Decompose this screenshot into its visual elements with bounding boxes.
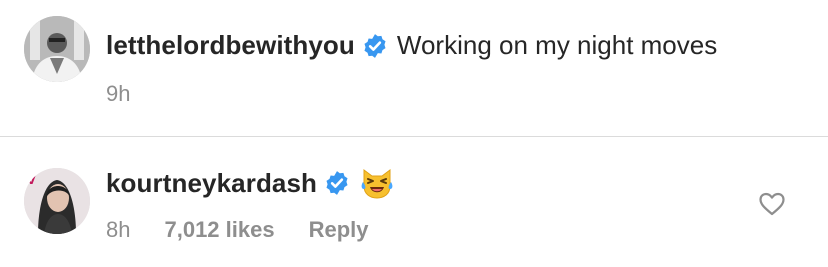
comment-text: 😹 — [360, 166, 394, 200]
verified-badge-icon — [364, 33, 386, 58]
comment-meta: 8h 7,012 likes Reply — [106, 217, 369, 243]
avatar-photo-woman: V — [24, 168, 90, 234]
avatar[interactable]: V — [24, 168, 90, 234]
timestamp: 9h — [106, 81, 131, 106]
avatar[interactable] — [24, 16, 90, 82]
username[interactable]: kourtneykardash — [106, 168, 317, 199]
verified-badge-icon — [326, 171, 348, 195]
reply-button[interactable]: Reply — [309, 217, 369, 243]
svg-text:V: V — [26, 171, 37, 188]
comment-header: letthelordbewithyou Working on my night … — [106, 30, 717, 61]
divider — [0, 136, 828, 137]
timestamp: 8h — [106, 217, 131, 242]
heart-outline-icon[interactable] — [759, 192, 785, 216]
comment-meta: 9h — [106, 81, 130, 107]
cat-tears-of-joy-emoji-icon — [361, 169, 393, 199]
comment-header: kourtneykardash 😹 — [106, 166, 394, 200]
comment-text: Working on my night moves — [396, 30, 718, 60]
username[interactable]: letthelordbewithyou — [106, 30, 355, 61]
likes-count[interactable]: 7,012 likes — [164, 217, 274, 243]
avatar-photo-man-in-suit — [24, 16, 90, 82]
